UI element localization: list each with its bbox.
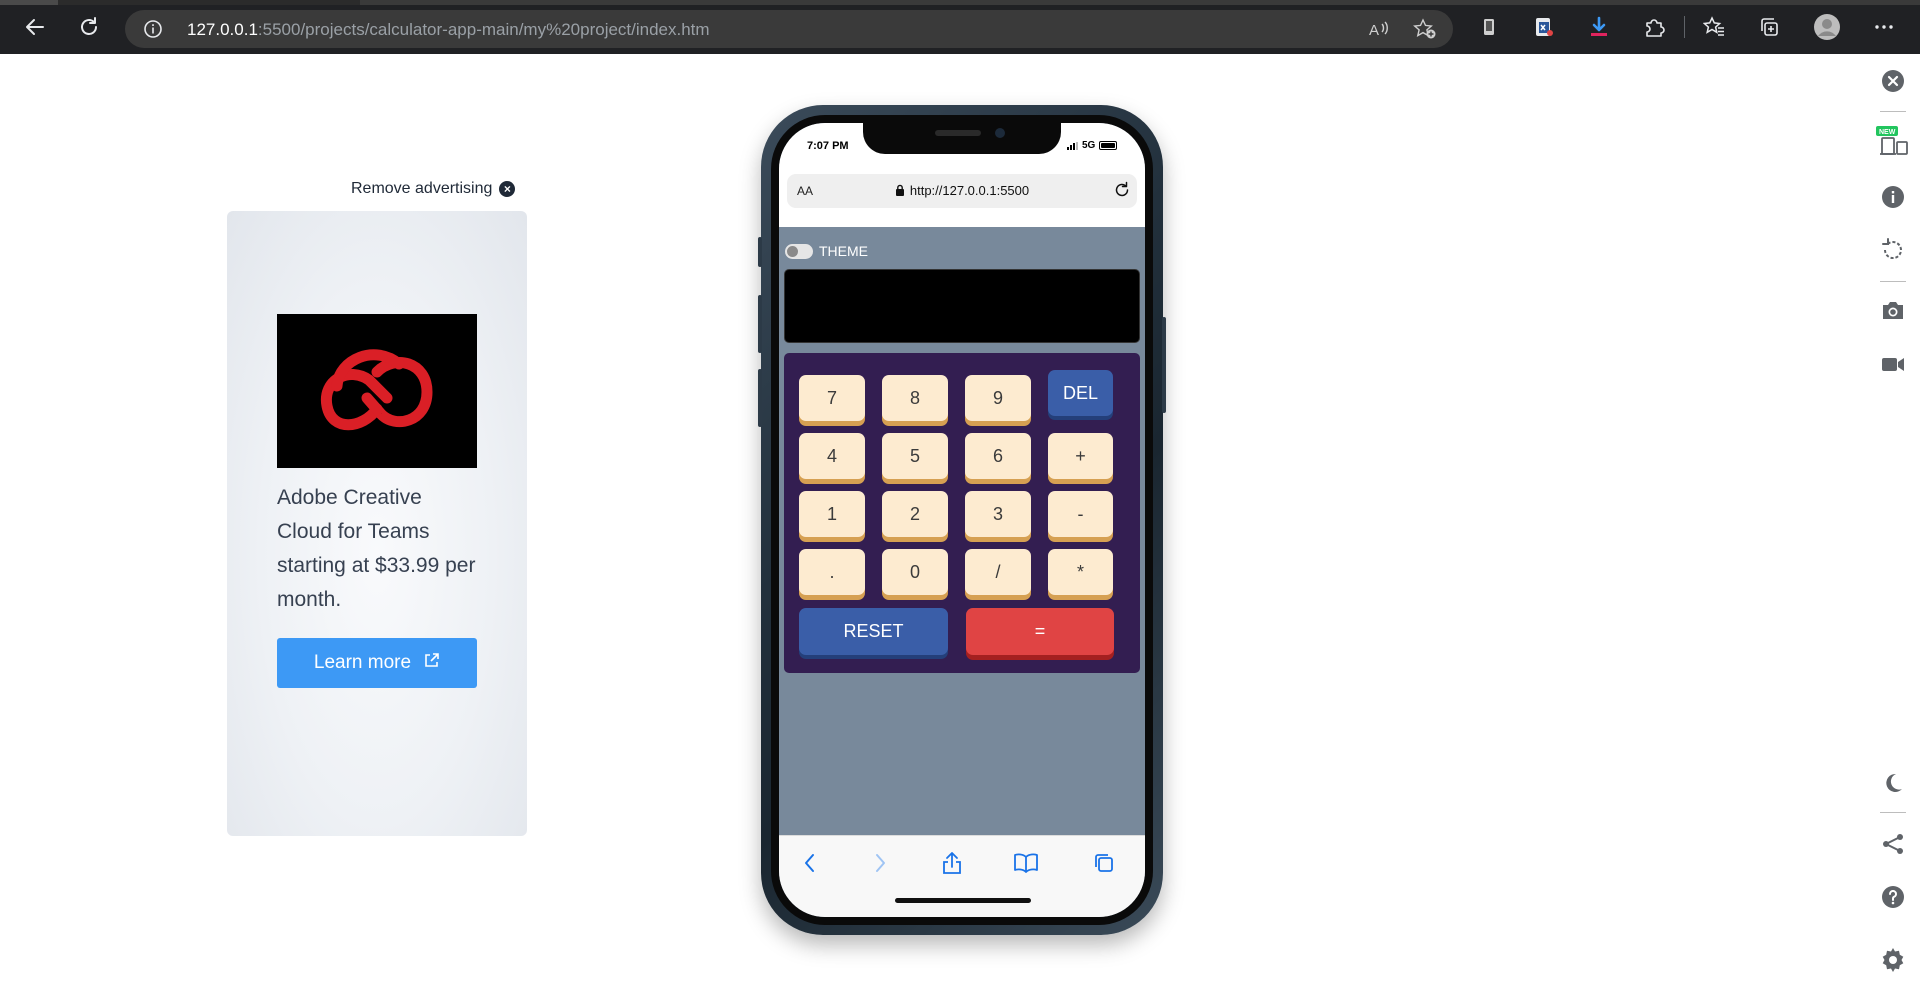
camera-icon[interactable] — [1876, 293, 1910, 327]
extensions-icon[interactable] — [1637, 10, 1671, 44]
close-circle-icon[interactable]: × — [499, 181, 516, 197]
mobile-reload-icon[interactable] — [1113, 181, 1131, 204]
mobile-bottom-toolbar — [779, 835, 1145, 917]
key-divide[interactable]: / — [965, 549, 1031, 595]
key-del[interactable]: DEL — [1048, 370, 1113, 416]
phone-frame: 7:07 PM 5G AA http://127.0.0.1:5500 THEM… — [758, 105, 1166, 935]
key-9[interactable]: 9 — [965, 375, 1031, 421]
key-0[interactable]: 0 — [882, 549, 948, 595]
mobile-url-text: http://127.0.0.1:5500 — [909, 183, 1030, 198]
home-indicator[interactable] — [895, 898, 1031, 903]
sidebar-divider — [1880, 111, 1906, 112]
theme-switch[interactable]: THEME — [785, 243, 868, 259]
info-icon[interactable] — [1876, 180, 1910, 214]
app-icon[interactable] — [1472, 10, 1506, 44]
rotate-icon[interactable] — [1876, 233, 1910, 267]
profile-icon[interactable] — [1810, 10, 1844, 44]
mobile-share-icon[interactable] — [937, 848, 967, 878]
key-6[interactable]: 6 — [965, 433, 1031, 479]
read-aloud-icon[interactable]: A — [1368, 18, 1392, 40]
toolbar-divider — [1684, 16, 1685, 38]
key-multiply[interactable]: * — [1048, 549, 1113, 595]
office-icon[interactable] — [1527, 10, 1561, 44]
key-4[interactable]: 4 — [799, 433, 865, 479]
add-favorite-icon[interactable] — [1413, 18, 1437, 40]
settings-icon[interactable] — [1876, 943, 1910, 977]
phone-power-button — [1162, 317, 1166, 413]
key-3[interactable]: 3 — [965, 491, 1031, 537]
mobile-tabs-icon[interactable] — [1089, 848, 1119, 878]
key-8[interactable]: 8 — [882, 375, 948, 421]
phone-volume-down — [758, 369, 762, 427]
share-icon[interactable] — [1876, 827, 1910, 861]
lock-icon — [895, 184, 904, 196]
close-icon[interactable] — [1876, 64, 1910, 98]
phone-notch — [863, 123, 1061, 154]
creative-cloud-logo[interactable] — [277, 314, 477, 468]
phone-volume-up — [758, 295, 762, 353]
phone-screen: 7:07 PM 5G AA http://127.0.0.1:5500 THEM… — [779, 123, 1145, 917]
mobile-address-bar: AA http://127.0.0.1:5500 — [779, 167, 1145, 227]
svg-text:A: A — [1369, 22, 1379, 39]
network-type: 5G — [1082, 140, 1096, 151]
external-link-icon — [423, 652, 440, 675]
key-minus[interactable]: - — [1048, 491, 1113, 537]
calculator-keypad: 7 8 9 DEL 4 5 6 + 1 2 3 - . 0 / * RESET … — [784, 353, 1140, 673]
signal-icon — [1067, 141, 1078, 150]
key-2[interactable]: 2 — [882, 491, 948, 537]
theme-toggle[interactable] — [785, 243, 813, 259]
reset-button[interactable]: RESET — [799, 608, 948, 655]
learn-more-button[interactable]: Learn more — [277, 638, 477, 688]
mobile-url-field[interactable]: AA http://127.0.0.1:5500 — [787, 174, 1137, 208]
key-plus[interactable]: + — [1048, 433, 1113, 479]
more-icon[interactable] — [1867, 10, 1901, 44]
phone-status-bar: 7:07 PM 5G — [779, 123, 1145, 167]
refresh-icon[interactable] — [72, 10, 106, 44]
theme-label: THEME — [819, 243, 868, 259]
browser-toolbar: 127.0.0.1:5500/projects/calculator-app-m… — [0, 0, 1920, 54]
advertisement-card[interactable]: Adobe Creative Cloud for Teams starting … — [227, 211, 527, 836]
mobile-back-icon[interactable] — [795, 848, 825, 878]
favorites-icon[interactable] — [1697, 10, 1731, 44]
site-info-icon[interactable] — [143, 19, 163, 39]
remove-advertising-label: Remove advertising — [351, 180, 493, 197]
key-5[interactable]: 5 — [882, 433, 948, 479]
ad-copy: Adobe Creative Cloud for Teams starting … — [277, 486, 476, 611]
back-arrow-icon[interactable] — [18, 10, 52, 44]
responsive-devices-icon[interactable]: NEW — [1876, 124, 1910, 158]
download-icon[interactable] — [1582, 10, 1616, 44]
key-7[interactable]: 7 — [799, 375, 865, 421]
url-text[interactable]: 127.0.0.1:5500/projects/calculator-app-m… — [187, 20, 710, 40]
status-indicators: 5G — [1067, 140, 1118, 151]
video-icon[interactable] — [1876, 347, 1910, 381]
mobile-bookmarks-icon[interactable] — [1011, 848, 1041, 878]
address-bar[interactable]: 127.0.0.1:5500/projects/calculator-app-m… — [125, 10, 1453, 48]
phone-mute-button — [758, 237, 762, 267]
dark-mode-icon[interactable] — [1876, 766, 1910, 800]
key-decimal[interactable]: . — [799, 549, 865, 595]
calculator-display — [784, 269, 1140, 343]
sidebar-divider — [1880, 281, 1906, 282]
key-1[interactable]: 1 — [799, 491, 865, 537]
collections-icon[interactable] — [1752, 10, 1786, 44]
learn-more-label: Learn more — [313, 652, 412, 673]
equals-button[interactable]: = — [966, 608, 1114, 655]
url-host: 127.0.0.1 — [187, 20, 258, 39]
tab-strip — [0, 0, 1920, 5]
status-time: 7:07 PM — [807, 140, 849, 152]
help-icon[interactable] — [1876, 880, 1910, 914]
sidebar-divider — [1880, 812, 1906, 813]
remove-advertising-link[interactable]: Remove advertising × — [351, 180, 516, 198]
battery-icon — [1099, 141, 1118, 150]
url-path: :5500/projects/calculator-app-main/my%20… — [257, 20, 710, 39]
mobile-url: http://127.0.0.1:5500 — [787, 183, 1137, 198]
new-badge: NEW — [1879, 129, 1896, 136]
mobile-forward-icon[interactable] — [865, 848, 895, 878]
